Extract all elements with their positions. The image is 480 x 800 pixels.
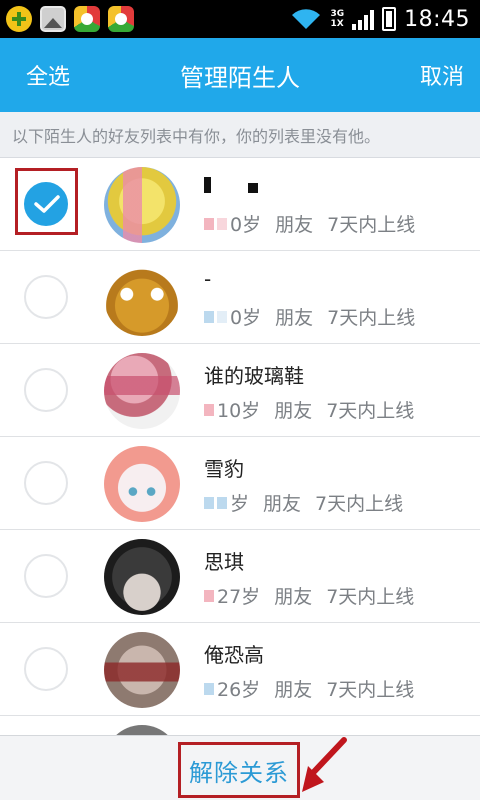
wifi-icon	[292, 9, 321, 29]
checkbox[interactable]	[24, 647, 68, 691]
contact-meta: 0岁 朋友 7天内上线	[204, 210, 415, 237]
contact-name: 雪豹	[204, 457, 244, 481]
list-item[interactable]: 俺恐高 26岁 朋友 7天内上线	[0, 623, 480, 716]
contact-name	[204, 174, 261, 198]
app-store-icon-2	[108, 6, 134, 32]
avatar[interactable]	[104, 725, 180, 735]
clock: 18:45	[404, 6, 470, 32]
app-store-icon	[74, 6, 100, 32]
battery-icon	[382, 7, 397, 31]
contact-meta: 岁 朋友 7天内上线	[204, 489, 403, 516]
add-app-icon	[6, 6, 32, 32]
contact-name: -	[204, 267, 212, 291]
contact-meta: 26岁 朋友 7天内上线	[204, 675, 414, 702]
avatar[interactable]	[104, 353, 180, 429]
checkbox[interactable]	[24, 554, 68, 598]
page-title: 管理陌生人	[180, 63, 300, 92]
checkbox-checked[interactable]	[24, 182, 68, 226]
checkmark-icon	[34, 195, 60, 213]
list-item[interactable]: 思琪 27岁 朋友 7天内上线	[0, 530, 480, 623]
stranger-list: 0岁 朋友 7天内上线 - 0岁 朋友 7天内上线 谁的玻璃鞋 10岁 朋友 7…	[0, 158, 480, 735]
list-item[interactable]: 雪豹 岁 朋友 7天内上线	[0, 437, 480, 530]
title-bar: 全选 管理陌生人 取消	[0, 38, 480, 112]
hint-text: 以下陌生人的好友列表中有你，你的列表里没有他。	[0, 112, 480, 158]
bottom-action-bar: 解除关系	[0, 735, 480, 800]
list-item[interactable]: - 0岁 朋友 7天内上线	[0, 251, 480, 344]
cancel-button[interactable]: 取消	[420, 38, 464, 112]
list-item[interactable]	[0, 716, 480, 735]
contact-name: 思琪	[204, 550, 244, 574]
pointer-arrow-icon	[302, 737, 347, 792]
checkbox[interactable]	[24, 461, 68, 505]
checkbox[interactable]	[24, 368, 68, 412]
status-bar: 3G 1X 18:45	[0, 0, 480, 38]
select-all-button[interactable]: 全选	[26, 38, 70, 112]
avatar[interactable]	[104, 167, 180, 243]
avatar[interactable]	[104, 260, 180, 336]
contact-meta: 10岁 朋友 7天内上线	[204, 396, 414, 423]
signal-icon	[352, 8, 375, 30]
contact-meta: 27岁 朋友 7天内上线	[204, 582, 414, 609]
avatar[interactable]	[104, 632, 180, 708]
contact-meta: 0岁 朋友 7天内上线	[204, 303, 415, 330]
contact-name: 谁的玻璃鞋	[204, 364, 304, 388]
avatar[interactable]	[104, 446, 180, 522]
checkbox[interactable]	[24, 275, 68, 319]
list-item[interactable]: 0岁 朋友 7天内上线	[0, 158, 480, 251]
network-type-label: 3G 1X	[330, 9, 345, 29]
contact-name: 俺恐高	[204, 643, 264, 667]
remove-relation-button[interactable]: 解除关系	[178, 742, 300, 798]
list-item[interactable]: 谁的玻璃鞋 10岁 朋友 7天内上线	[0, 344, 480, 437]
picture-icon	[40, 6, 66, 32]
avatar[interactable]	[104, 539, 180, 615]
